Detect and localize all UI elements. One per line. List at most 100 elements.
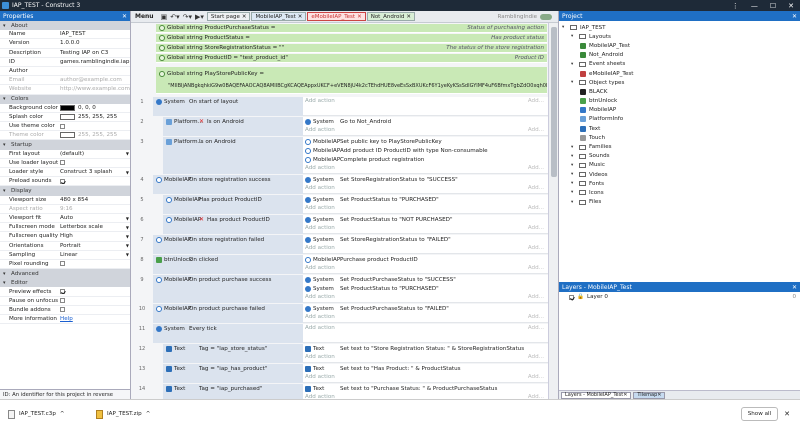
visibility-checkbox[interactable] <box>569 294 574 300</box>
expand-arrow-icon[interactable]: ▾ <box>571 181 576 186</box>
action[interactable]: Text Set text to "Has Product: " & Produc… <box>303 364 548 373</box>
action[interactable]: Text Set text to "Purchase Status: " & Pr… <box>303 384 548 393</box>
tree-item-mobileiap-test[interactable]: MobileIAP_Test <box>559 41 800 50</box>
close-icon[interactable]: ✕ <box>623 392 627 398</box>
property-value[interactable] <box>60 160 130 166</box>
close-icon[interactable]: ✕ <box>122 13 127 20</box>
condition[interactable]: Platform... ✕ Is on Android <box>163 117 303 126</box>
event-block-6[interactable]: 6 MobileIAP ✕ Has product ProductID System Se… <box>131 215 548 234</box>
download-item[interactable]: IAP_TEST.zip ^ <box>96 409 176 419</box>
event-conditions[interactable]: System On start of layout <box>153 97 303 116</box>
property-value[interactable] <box>60 178 130 184</box>
property-value[interactable] <box>60 307 130 313</box>
action[interactable]: System Set StoreRegistrationStatus to "FA… <box>303 235 548 244</box>
condition[interactable]: Platform... Is on Android <box>163 137 303 146</box>
dropdown-arrow-icon[interactable]: ▼ <box>126 151 129 156</box>
checkbox[interactable] <box>60 178 65 184</box>
action[interactable]: System Set ProductPurchaseStatus to "SUCC… <box>303 275 548 284</box>
action[interactable]: Text Set text to "Store Registration Stat… <box>303 344 548 353</box>
vertical-scrollbar[interactable] <box>548 23 558 399</box>
close-icon[interactable]: ✕ <box>784 410 790 418</box>
property-value[interactable]: Auto ▼ <box>60 215 130 221</box>
tree-item-sounds[interactable]: ▾ Sounds <box>559 152 800 161</box>
section-editor[interactable]: ▾ Editor <box>0 278 130 288</box>
event-block-14[interactable]: 14 Text Tag = "iap_purchased" Text Set text … <box>131 384 548 399</box>
expand-arrow-icon[interactable]: ▾ <box>571 34 576 39</box>
checkbox[interactable] <box>60 298 65 304</box>
tree-item-touch[interactable]: Touch <box>559 133 800 142</box>
event-block-1[interactable]: 1▾SystemOn start of layoutAdd actionAdd.… <box>131 97 548 116</box>
tree-item-event-sheets[interactable]: ▾ Event sheets <box>559 60 800 69</box>
tab-emobileiap-test[interactable]: eMobileIAP_Test ✕ <box>307 12 366 21</box>
event-block-11[interactable]: 11▾SystemEvery tickAdd actionAdd... <box>131 324 548 343</box>
tree-item-music[interactable]: ▾ Music <box>559 161 800 170</box>
event-conditions[interactable]: Text Tag = "iap_has_product" <box>163 364 303 383</box>
action[interactable]: MobileIAP Complete product registration <box>303 155 548 164</box>
chevron-up-icon[interactable]: ^ <box>146 411 151 417</box>
maximize-icon[interactable]: ☐ <box>770 2 776 10</box>
bottom-tab-tilemap[interactable]: Tilemap ✕ <box>633 391 666 399</box>
event-block-7[interactable]: 7▾MobileIAPOn store registration failedS… <box>131 235 548 254</box>
tree-item-not-android[interactable]: Not_Android <box>559 51 800 60</box>
expand-arrow-icon[interactable]: ▾ <box>571 62 576 67</box>
event-block-4[interactable]: 4▾MobileIAPOn store registration success… <box>131 175 548 194</box>
property-value[interactable]: Help <box>60 316 130 322</box>
expand-arrow-icon[interactable]: ▾ <box>571 163 576 168</box>
property-value[interactable]: High ▼ <box>60 233 130 239</box>
event-conditions[interactable]: btnUnlock On clicked <box>153 255 303 274</box>
property-value[interactable]: Portrait ▼ <box>60 243 130 249</box>
tab-mobileiap-test[interactable]: MobileIAP_Test ✕ <box>251 12 307 21</box>
redo-icon[interactable]: ↷▾ <box>183 13 192 21</box>
add-action-button[interactable]: Add action Add... <box>303 164 548 172</box>
add-action-button[interactable]: Add action Add... <box>303 324 548 332</box>
event-block-9[interactable]: 9▾MobileIAPOn product purchase successSy… <box>131 275 548 303</box>
property-value[interactable] <box>60 261 130 267</box>
expand-arrow-icon[interactable]: ▾ <box>3 23 11 29</box>
event-conditions[interactable]: Platform... Is on Android <box>163 137 303 174</box>
event-conditions[interactable]: Text Tag = "iap_purchased" <box>163 384 303 399</box>
property-value[interactable]: Linear ▼ <box>60 252 130 258</box>
expand-arrow-icon[interactable]: ▾ <box>562 25 567 30</box>
dropdown-arrow-icon[interactable]: ▼ <box>126 216 129 221</box>
action[interactable]: System Set StoreRegistrationStatus to "SU… <box>303 175 548 184</box>
add-action-button[interactable]: Add action Add... <box>303 184 548 192</box>
checkbox[interactable] <box>60 307 65 313</box>
property-value[interactable] <box>60 298 130 304</box>
condition[interactable]: System Every tick <box>153 324 303 333</box>
event-conditions[interactable]: MobileIAP Has product ProductID <box>163 195 303 214</box>
event-conditions[interactable]: MobileIAP ✕ Has product ProductID <box>163 215 303 234</box>
download-item[interactable]: IAP_TEST.c3p ^ <box>8 409 88 419</box>
add-action-button[interactable]: Add action Add... <box>303 293 548 301</box>
property-value[interactable]: games.ramblingindie.iap <box>60 59 130 65</box>
condition[interactable]: MobileIAP On product purchase failed <box>153 304 303 313</box>
event-conditions[interactable]: MobileIAP On product purchase failed <box>153 304 303 323</box>
condition[interactable]: MobileIAP Has product ProductID <box>163 195 303 204</box>
expand-arrow-icon[interactable]: ▾ <box>571 172 576 177</box>
event-block-12[interactable]: 12 Text Tag = "lap_store_status" Text Set te… <box>131 344 548 363</box>
condition[interactable]: System On start of layout <box>153 97 303 106</box>
global-variable[interactable]: Global string ProductStatus = Has product… <box>156 34 547 44</box>
event-block-8[interactable]: 8▾btnUnlockOn clickedMobileIAPPurchase p… <box>131 255 548 274</box>
tree-item-text[interactable]: Text <box>559 124 800 133</box>
property-value-text[interactable]: Help <box>60 316 73 322</box>
action[interactable]: MobileIAP Set public key to PlayStorePubl… <box>303 137 548 146</box>
section-colors[interactable]: ▾ Colors <box>0 94 130 104</box>
add-action-button[interactable]: Add action Add... <box>303 224 548 232</box>
dropdown-arrow-icon[interactable]: ▼ <box>126 243 129 248</box>
event-block-5[interactable]: 5 MobileIAP Has product ProductID System Set… <box>131 195 548 214</box>
property-value[interactable]: 480 x 854 <box>60 197 130 203</box>
property-value[interactable]: 9:16 <box>60 206 130 212</box>
expand-arrow-icon[interactable]: ▾ <box>571 80 576 85</box>
property-value[interactable]: 0, 0, 0 <box>60 104 130 111</box>
property-value[interactable]: author@example.com <box>60 77 130 83</box>
condition[interactable]: Text Tag = "iap_purchased" <box>163 384 303 393</box>
section-startup[interactable]: ▾ Startup <box>0 140 130 150</box>
tab-start-page[interactable]: Start page ✕ <box>206 12 251 21</box>
expand-arrow-icon[interactable]: ▾ <box>3 188 11 194</box>
minimize-icon[interactable]: — <box>751 2 758 10</box>
global-variable[interactable]: Global string StoreRegistrationStatus = … <box>156 44 547 54</box>
condition[interactable]: Text Tag = "lap_store_status" <box>163 344 303 353</box>
expand-arrow-icon[interactable]: ▾ <box>3 142 11 148</box>
global-variable[interactable]: Global string ProductID = "test_product_… <box>156 54 547 64</box>
event-block-10[interactable]: 10▾MobileIAPOn product purchase failedSy… <box>131 304 548 323</box>
